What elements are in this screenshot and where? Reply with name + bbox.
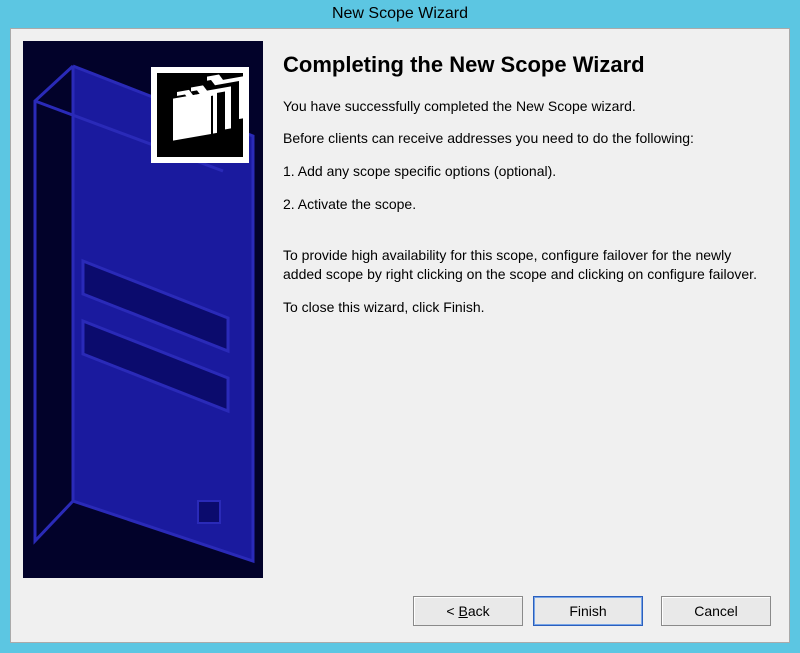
- back-mnemonic: B: [458, 603, 467, 619]
- back-button[interactable]: < Back: [413, 596, 523, 626]
- step-2: 2. Activate the scope.: [283, 195, 763, 214]
- ha-text: To provide high availability for this sc…: [283, 246, 763, 284]
- close-text: To close this wizard, click Finish.: [283, 298, 763, 317]
- finish-button[interactable]: Finish: [533, 596, 643, 626]
- cancel-button[interactable]: Cancel: [661, 596, 771, 626]
- before-text: Before clients can receive addresses you…: [283, 129, 763, 148]
- back-prefix: <: [446, 603, 458, 619]
- server-icon: [23, 41, 263, 578]
- wizard-content: Completing the New Scope Wizard You have…: [23, 41, 777, 578]
- wizard-body: Completing the New Scope Wizard You have…: [10, 28, 790, 643]
- wizard-buttons: < Back Finish Cancel: [413, 596, 771, 626]
- back-suffix: ack: [468, 603, 490, 619]
- wizard-main: Completing the New Scope Wizard You have…: [263, 41, 777, 578]
- window-title: New Scope Wizard: [0, 0, 800, 28]
- window-frame: New Scope Wizard: [0, 0, 800, 653]
- intro-text: You have successfully completed the New …: [283, 97, 763, 116]
- page-heading: Completing the New Scope Wizard: [283, 51, 763, 79]
- wizard-hero-graphic: [23, 41, 263, 578]
- nav-button-group: < Back Finish: [413, 596, 643, 626]
- step-1: 1. Add any scope specific options (optio…: [283, 162, 763, 181]
